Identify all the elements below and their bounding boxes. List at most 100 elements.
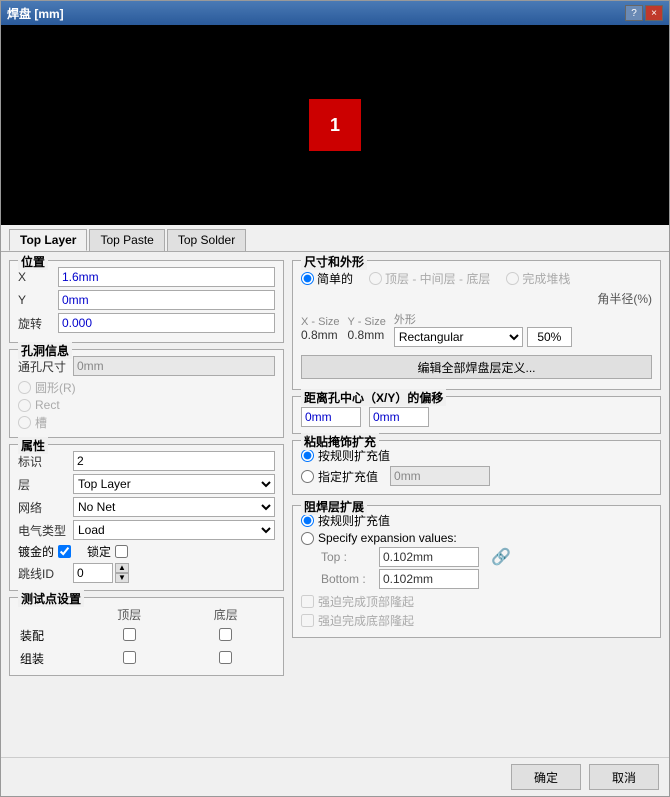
circle-radio[interactable] [18,381,31,394]
id-input[interactable] [73,451,275,471]
size-values-row: X - Size 0.8mm Y - Size 0.8mm 外形 Rectang… [301,311,652,347]
corner-pct-input[interactable] [527,327,572,347]
paste-specify-input[interactable] [390,466,490,486]
id-row: 标识 [18,451,275,471]
y-input[interactable] [58,290,275,310]
hole-size-input[interactable] [73,356,275,376]
solder-bottom-row: Bottom : [321,569,652,589]
solder-specify-radio[interactable] [301,532,314,545]
spinbox-up-button[interactable]: ▲ [115,563,129,573]
tab-top-paste[interactable]: Top Paste [89,229,164,251]
help-button[interactable]: ? [625,5,643,21]
paste-rule-radio[interactable] [301,449,314,462]
link-icon: 🔗 [491,547,511,567]
y-row: Y [18,290,275,310]
force-top-checkbox[interactable] [301,595,314,608]
assemble-top-checkbox[interactable] [123,651,136,664]
top-col-header: 顶层 [82,606,177,623]
size-shape-group: 尺寸和外形 简单的 顶层 - 中间层 - 底层 完成堆栈 [292,260,661,390]
simple-radio[interactable] [301,272,314,285]
assembly-bottom-checkbox[interactable] [219,628,232,641]
assembly-top-checkbox[interactable] [123,628,136,641]
assemble-bottom-checkbox[interactable] [219,651,232,664]
x-offset-input[interactable] [301,407,361,427]
solder-top-row: Top : 🔗 [321,547,652,567]
close-button[interactable]: × [645,5,663,21]
shape-col-label: 外形 [394,311,572,327]
tab-top-layer[interactable]: Top Layer [9,229,87,251]
solder-specify-label: Specify expansion values: [318,531,457,545]
slot-radio[interactable] [18,416,31,429]
position-label: 位置 [18,253,48,270]
ysize-group: Y - Size 0.8mm [348,316,386,342]
tabs-row: Top Layer Top Paste Top Solder [1,225,669,252]
net-select[interactable]: No Net [73,497,275,517]
coating-row: 镀金的 [18,543,71,560]
shape-select[interactable]: Rectangular Round Octagonal Rounded Rect… [394,327,523,347]
fullstack-radio[interactable] [506,272,519,285]
rect-radio[interactable] [18,399,31,412]
solder-inputs: Top : 🔗 Bottom : [321,547,652,589]
xsize-group: X - Size 0.8mm [301,316,340,342]
coating-lock-row: 镀金的 锁定 [18,543,275,560]
paste-specify-label: 指定扩充值 [318,468,378,485]
edit-pads-button[interactable]: 编辑全部焊盘层定义... [301,355,652,379]
simple-option: 简单的 [301,270,353,287]
shape-group: 外形 Rectangular Round Octagonal Rounded R… [394,311,572,347]
solder-rule-radio[interactable] [301,514,314,527]
simple-label: 简单的 [317,270,353,287]
testpoint-table: 顶层 底层 装配 组装 [18,604,275,671]
force-bottom-checkbox[interactable] [301,614,314,627]
jumpid-row: 跳线ID ▲ ▼ [18,563,275,583]
layer-row: 层 Top Layer Bottom Layer Multi-Layer [18,474,275,494]
spinbox-down-button[interactable]: ▼ [115,573,129,583]
type-label: 电气类型 [18,522,73,539]
type-select[interactable]: Load Source Terminator [73,520,275,540]
x-row: X [18,267,275,287]
rect-label: Rect [35,398,60,412]
left-panel: 位置 X Y 旋转 孔洞信息 通孔尺寸 [9,260,284,749]
solder-top-input[interactable] [379,547,479,567]
slot-label: 槽 [35,414,47,431]
fullstack-label: 完成堆栈 [522,270,570,287]
preview-area: 1 [1,25,669,225]
coating-label: 镀金的 [18,543,54,560]
coating-checkbox[interactable] [58,545,71,558]
ok-button[interactable]: 确定 [511,764,581,790]
cancel-button[interactable]: 取消 [589,764,659,790]
size-shape-label: 尺寸和外形 [301,253,367,270]
force-top-row: 强迫完成顶部隆起 [301,593,652,610]
solder-bottom-input[interactable] [379,569,479,589]
solder-top-label: Top : [321,550,371,564]
x-input[interactable] [58,267,275,287]
lock-row: 锁定 [87,543,128,560]
assemble-label: 组装 [20,648,80,669]
circle-label: 圆形(R) [35,379,76,396]
layer-select[interactable]: Top Layer Bottom Layer Multi-Layer [73,474,275,494]
ysize-col-label: Y - Size [348,316,386,328]
hole-section-label: 孔洞信息 [18,342,72,359]
x-label: X [18,270,58,284]
topmidbot-radio[interactable] [369,272,382,285]
jumpid-spinbox: ▲ ▼ [73,563,129,583]
y-label: Y [18,293,58,307]
assemble-row: 组装 [20,648,273,669]
content-area: 位置 X Y 旋转 孔洞信息 通孔尺寸 [1,252,669,757]
jumpid-input[interactable] [73,563,113,583]
props-section-label: 属性 [18,437,48,454]
offset-label: 距离孔中心（X/Y）的偏移 [301,389,446,406]
lock-checkbox[interactable] [115,545,128,558]
net-label: 网络 [18,499,73,516]
rotate-input[interactable] [58,313,275,333]
shape-mode-row: 简单的 顶层 - 中间层 - 底层 完成堆栈 [301,270,652,287]
lock-label: 锁定 [87,543,111,560]
tab-top-solder[interactable]: Top Solder [167,229,246,251]
paste-specify-radio[interactable] [301,470,314,483]
solder-section-label: 阻焊层扩展 [301,498,367,515]
rotate-row: 旋转 [18,313,275,333]
y-offset-input[interactable] [369,407,429,427]
type-row: 电气类型 Load Source Terminator [18,520,275,540]
ysize-value: 0.8mm [348,328,386,342]
main-window: 焊盘 [mm] ? × 1 Top Layer Top Paste Top So… [0,0,670,797]
jumpid-label: 跳线ID [18,565,73,582]
